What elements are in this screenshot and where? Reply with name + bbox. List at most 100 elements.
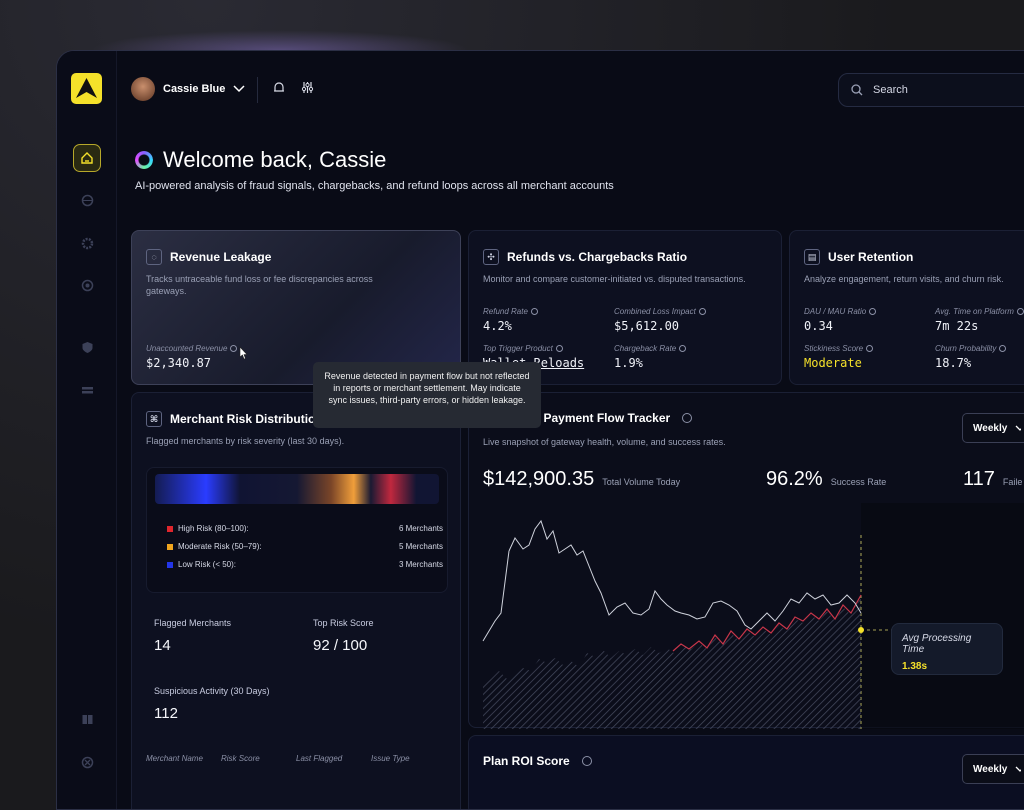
card-title: User Retention (828, 250, 914, 264)
plan-roi-card[interactable]: Plan ROI Score Weekly (468, 735, 1024, 809)
total-volume-label: Total Volume Today (602, 477, 681, 487)
flagged-value: 14 (154, 637, 171, 654)
refund-rate-label: Refund Rate (483, 307, 528, 316)
home-icon[interactable] (73, 144, 101, 172)
chargeback-rate-label: Chargeback Rate (614, 344, 677, 353)
brand-logo[interactable] (71, 73, 102, 104)
close-circle-icon[interactable] (73, 748, 101, 776)
metric-label: Unaccounted Revenue (146, 344, 228, 353)
avg-time-value: 7m 22s (935, 319, 979, 333)
cursor-point (858, 627, 864, 633)
stack-icon[interactable] (73, 376, 101, 404)
chevron-down-icon (1015, 425, 1021, 431)
retention-card[interactable]: ▤ User Retention Analyze engagement, retu… (789, 230, 1024, 385)
risk-swatch (167, 525, 173, 532)
column-header[interactable]: Issue Type (371, 754, 410, 763)
book-icon[interactable] (73, 705, 101, 733)
target-icon[interactable] (73, 271, 101, 299)
avg-time-label: Avg. Time on Platform (935, 307, 1014, 316)
top-trigger-label: Top Trigger Product (483, 344, 553, 353)
card-description: Live snapshot of gateway health, volume,… (483, 437, 726, 447)
refund-rate-value: 4.2% (483, 319, 512, 333)
info-icon[interactable] (530, 308, 538, 315)
card-title: Merchant Risk Distribution (170, 412, 323, 426)
merchant-risk-card[interactable]: ⌘ Merchant Risk Distribution Flagged merc… (131, 392, 461, 809)
volume-area (483, 597, 861, 729)
globe-icon[interactable] (73, 186, 101, 214)
hover-label: Avg Processing Time (902, 633, 972, 655)
churn-value: 18.7% (935, 356, 972, 370)
page-subtitle: AI-powered analysis of fraud signals, ch… (135, 180, 614, 192)
info-icon[interactable] (555, 345, 563, 352)
hover-tooltip: Avg Processing Time 1.38s (891, 623, 1003, 675)
info-icon[interactable] (230, 345, 238, 352)
column-header[interactable]: Risk Score (221, 754, 260, 763)
sidebar (57, 51, 117, 809)
suspicious-label: Suspicious Activity (30 Days) (154, 686, 270, 696)
bell-icon[interactable] (273, 81, 285, 94)
info-icon[interactable] (682, 413, 693, 423)
payment-tracker-card[interactable]: Real-Time Payment Flow Tracker Live snap… (468, 392, 1024, 729)
welcome-title: Welcome back, Cassie (163, 147, 387, 172)
revenue-tooltip: Revenue detected in payment flow but not… (313, 362, 541, 428)
cursor-icon (239, 346, 248, 360)
info-icon[interactable] (679, 345, 687, 352)
success-rate-value: 96.2% (766, 468, 823, 490)
spinner-icon: ◌ (146, 249, 162, 265)
card-title: Refunds vs. Chargebacks Ratio (507, 250, 688, 264)
card-description: Monitor and compare customer-initiated v… (483, 274, 746, 284)
risk-level-label: High Risk (80–100): (167, 524, 249, 533)
period-select[interactable]: Weekly (962, 754, 1024, 784)
flagged-label: Flagged Merchants (154, 618, 232, 628)
risk-level-row: High Risk (80–100): 6 Merchants (167, 524, 443, 533)
failed-value: 117 (963, 468, 995, 490)
card-title: Revenue Leakage (170, 250, 272, 264)
info-icon[interactable] (999, 345, 1007, 352)
shield-icon[interactable] (73, 333, 101, 361)
period-select[interactable]: Weekly (962, 413, 1024, 443)
info-icon[interactable] (581, 756, 592, 766)
top-score-value: 92 / 100 (313, 637, 368, 654)
info-icon[interactable] (866, 345, 874, 352)
card-description: Tracks untraceable fund loss or fee disc… (146, 274, 373, 296)
network-icon: ⌘ (146, 411, 162, 427)
churn-label: Churn Probability (935, 344, 997, 353)
combined-loss-label: Combined Loss Impact (614, 307, 696, 316)
risk-level-count: 6 Merchants (398, 524, 443, 533)
success-rate-label: Success Rate (830, 477, 887, 487)
page-title: Welcome back, Cassie (135, 147, 386, 173)
user-menu[interactable]: Cassie Blue (131, 77, 245, 101)
info-icon[interactable] (1016, 308, 1024, 315)
card-title: Plan ROI Score (483, 754, 570, 768)
top-bar: Cassie Blue Search (117, 51, 1024, 129)
risk-level-count: 5 Merchants (398, 542, 443, 551)
risk-level-row: Low Risk (< 50): 3 Merchants (167, 560, 443, 569)
settings-icon[interactable] (73, 229, 101, 257)
stickiness-label: Stickiness Score (804, 344, 864, 353)
column-header[interactable]: Merchant Name (146, 754, 203, 763)
volume-line (508, 519, 862, 630)
top-score-label: Top Risk Score (313, 618, 374, 628)
search-input[interactable]: Search (838, 73, 1024, 107)
total-volume-value: $142,900.35 (483, 468, 595, 490)
volume-line-start (482, 550, 510, 642)
risk-level-label: Low Risk (< 50): (167, 560, 236, 569)
chargeback-rate-value: 1.9% (614, 356, 643, 370)
dau-value: 0.34 (804, 319, 833, 333)
user-name: Cassie Blue (163, 83, 226, 95)
suspicious-value: 112 (154, 705, 178, 722)
combined-loss-value: $5,612.00 (614, 319, 680, 333)
period-label: Weekly (973, 763, 1008, 775)
risk-swatch (167, 543, 173, 550)
dau-label: DAU / MAU Ratio (804, 307, 867, 316)
chart-icon: ▤ (804, 249, 820, 265)
info-icon[interactable] (698, 308, 706, 315)
card-description: Analyze engagement, return visits, and c… (804, 274, 1004, 284)
sliders-icon[interactable] (301, 81, 314, 94)
info-icon[interactable] (869, 308, 877, 315)
nodes-icon: ✣ (483, 249, 499, 265)
risk-level-row: Moderate Risk (50–79): 5 Merchants (167, 542, 443, 551)
search-icon (851, 84, 863, 96)
column-header[interactable]: Last Flagged (296, 754, 342, 763)
metric-value: $2,340.87 (146, 356, 212, 370)
